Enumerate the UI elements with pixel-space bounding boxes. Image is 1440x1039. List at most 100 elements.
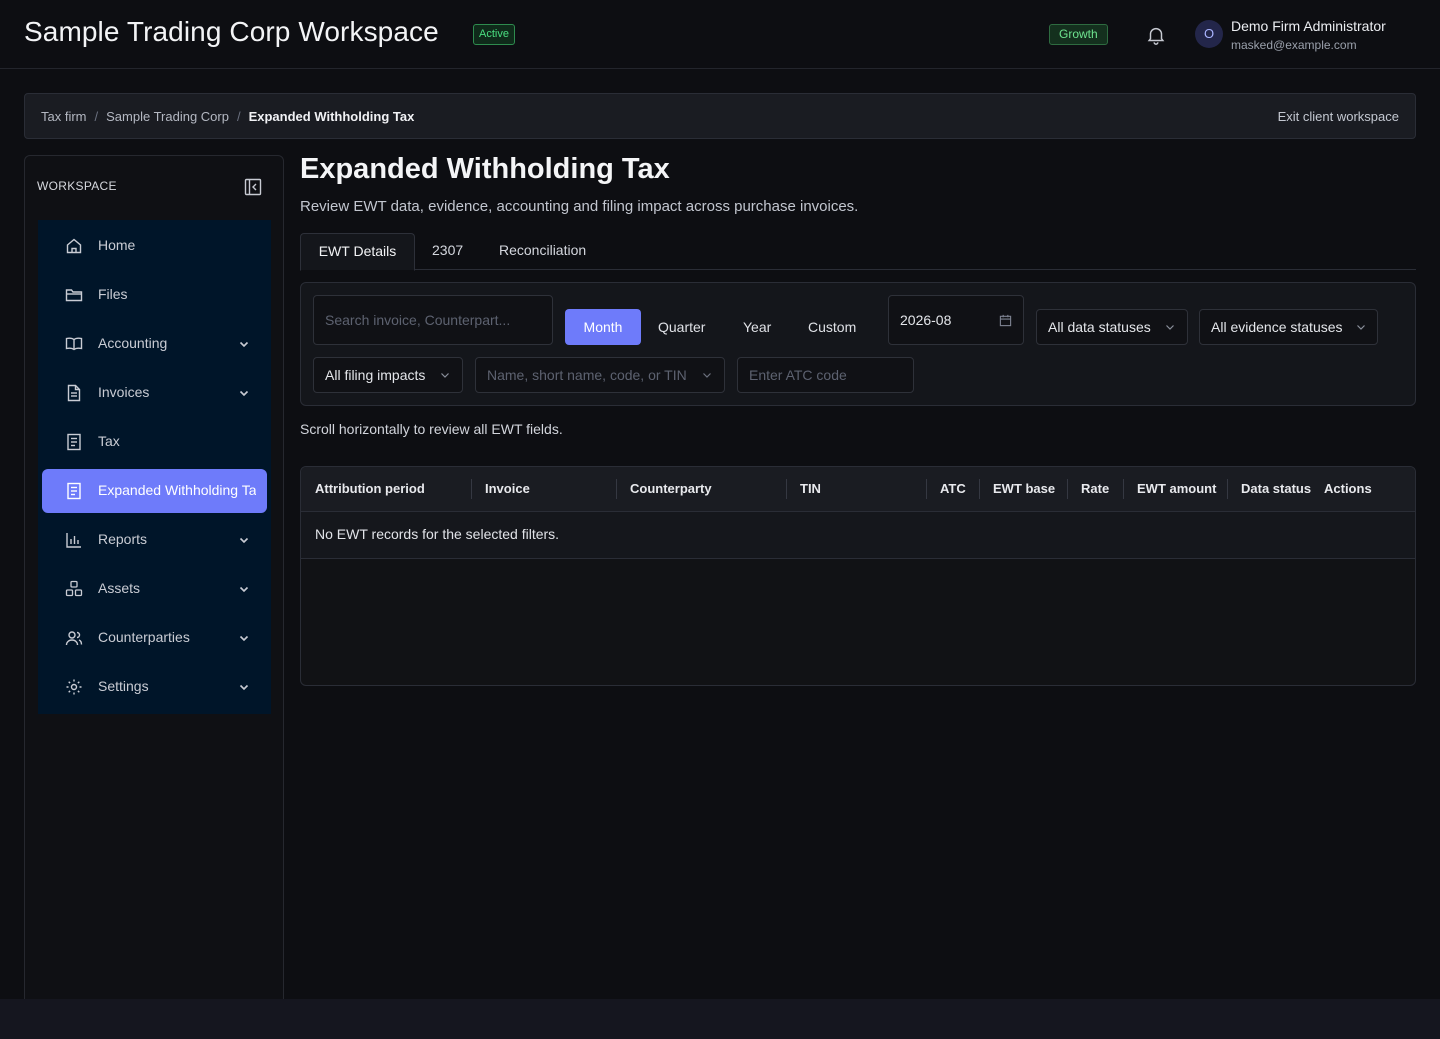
search-input[interactable]: Search invoice, Counterpart... <box>313 295 553 345</box>
sidebar-item-home[interactable]: Home <box>38 224 271 268</box>
chevron-down-icon <box>239 390 249 397</box>
chevron-down-icon <box>1166 325 1174 330</box>
column-invoice: Invoice <box>485 481 530 496</box>
collapse-sidebar-icon[interactable] <box>244 178 262 196</box>
sidebar-item-assets[interactable]: Assets <box>38 567 271 611</box>
column-attribution-period: Attribution period <box>315 481 425 496</box>
calendar-icon <box>999 314 1012 327</box>
sidebar-item-accounting[interactable]: Accounting <box>38 322 271 366</box>
breadcrumb-separator: / <box>236 109 241 124</box>
period-quarter-button[interactable]: Quarter <box>658 309 705 345</box>
filing-impact-select[interactable]: All filing impacts <box>313 357 463 393</box>
sidebar-item-label: Tax <box>98 433 120 449</box>
column-tin: TIN <box>800 481 821 496</box>
period-custom-button[interactable]: Custom <box>808 309 856 345</box>
chevron-down-icon <box>239 684 249 691</box>
sidebar-item-label: Home <box>98 237 136 253</box>
sidebar-item-label: Settings <box>98 678 149 694</box>
column-divider <box>616 479 617 499</box>
book-icon <box>65 337 83 351</box>
data-status-select[interactable]: All data statuses <box>1036 309 1188 345</box>
column-divider <box>1123 479 1124 499</box>
empty-row: No EWT records for the selected filters. <box>301 512 1415 559</box>
page-subtitle: Review EWT data, evidence, accounting an… <box>300 198 859 215</box>
column-divider <box>979 479 980 499</box>
sidebar-item-label: Counterparties <box>98 629 190 645</box>
receipt-icon <box>67 482 81 500</box>
plan-badge: Growth <box>1049 24 1108 45</box>
breadcrumb-client[interactable]: Sample Trading Corp <box>106 109 229 124</box>
column-divider <box>1067 479 1068 499</box>
cubes-icon <box>65 580 83 597</box>
column-divider <box>1227 479 1228 499</box>
sidebar-item-expanded-withholding-tax[interactable]: Expanded Withholding Tax <box>42 469 267 513</box>
home-icon <box>66 238 82 254</box>
chevron-down-icon <box>1357 325 1365 330</box>
workspace-title: Sample Trading Corp Workspace <box>24 16 439 47</box>
breadcrumb-separator: / <box>94 109 99 124</box>
bottom-strip <box>0 999 1440 1039</box>
breadcrumb-current: Expanded Withholding Tax <box>248 109 415 124</box>
sidebar-item-settings[interactable]: Settings <box>38 665 271 709</box>
exit-workspace-link[interactable]: Exit client workspace <box>1278 109 1399 124</box>
bell-icon[interactable] <box>1145 24 1167 46</box>
sidebar-item-tax[interactable]: Tax <box>38 420 271 464</box>
column-data-status: Data status <box>1241 481 1312 496</box>
breadcrumb: Tax firm / Sample Trading Corp / Expanded Wi… <box>41 109 414 124</box>
sidebar-item-invoices[interactable]: Invoices <box>38 371 271 415</box>
user-name[interactable]: Demo Firm Administrator <box>1231 18 1386 34</box>
column-actions: Actions <box>1324 481 1372 496</box>
period-value: 2026-08 <box>900 312 952 328</box>
column-divider <box>926 479 927 499</box>
column-atc: ATC <box>940 481 966 496</box>
sidebar-menu: Home Files Accounting Invoices Tax Expan… <box>38 220 271 714</box>
ewt-table: Attribution period Invoice Counterparty … <box>300 466 1416 686</box>
tab-bar: EWT Details 2307 Reconciliation <box>300 233 1416 271</box>
period-month-button[interactable]: Month <box>565 309 641 345</box>
column-ewt-base: EWT base <box>993 481 1056 496</box>
chevron-down-icon <box>239 537 249 544</box>
period-year-button[interactable]: Year <box>743 309 771 345</box>
data-status-value: All data statuses <box>1048 319 1151 335</box>
empty-message: No EWT records for the selected filters. <box>315 526 560 542</box>
scroll-hint: Scroll horizontally to review all EWT fi… <box>300 421 563 437</box>
sidebar-item-files[interactable]: Files <box>38 273 271 317</box>
top-bar: Sample Trading Corp Workspace Active Gro… <box>0 0 1440 69</box>
sidebar-item-reports[interactable]: Reports <box>38 518 271 562</box>
evidence-status-select[interactable]: All evidence statuses <box>1199 309 1378 345</box>
filter-panel: Search invoice, Counterpart... Month Qua… <box>300 282 1416 406</box>
bar-chart-icon <box>66 533 81 548</box>
users-icon <box>65 631 83 646</box>
sidebar-item-label: Accounting <box>98 335 168 351</box>
sidebar-heading: WORKSPACE <box>37 179 117 193</box>
column-divider <box>786 479 787 499</box>
gear-icon <box>66 679 82 695</box>
column-counterparty: Counterparty <box>630 481 712 496</box>
sidebar-item-label: Files <box>98 286 128 302</box>
column-ewt-amount: EWT amount <box>1137 481 1217 496</box>
tab-2307[interactable]: 2307 <box>432 233 463 270</box>
chevron-down-icon <box>441 373 449 378</box>
sidebar: WORKSPACE Home Files Accounting Invoices… <box>24 155 284 1015</box>
period-picker[interactable]: 2026-08 <box>888 295 1024 345</box>
tab-ewt-details[interactable]: EWT Details <box>300 233 415 271</box>
sidebar-item-label: Invoices <box>98 384 150 400</box>
avatar[interactable]: O <box>1195 20 1223 48</box>
column-rate: Rate <box>1081 481 1110 496</box>
sidebar-item-label: Reports <box>98 531 148 547</box>
sidebar-item-counterparties[interactable]: Counterparties <box>38 616 271 660</box>
chevron-down-icon <box>239 586 249 593</box>
filing-impact-value: All filing impacts <box>325 367 426 383</box>
sidebar-item-label: Expanded Withholding Tax <box>98 482 256 498</box>
column-divider <box>471 479 472 499</box>
sidebar-item-label: Assets <box>98 580 141 596</box>
atc-code-input[interactable]: Enter ATC code <box>737 357 914 393</box>
receipt-icon <box>67 433 81 451</box>
breadcrumb-tax-firm[interactable]: Tax firm <box>41 109 87 124</box>
page-title: Expanded Withholding Tax <box>300 153 670 185</box>
counterparty-select[interactable]: Name, short name, code, or TIN <box>475 357 725 393</box>
tab-reconciliation[interactable]: Reconciliation <box>499 233 586 270</box>
status-badge: Active <box>473 24 515 45</box>
evidence-status-value: All evidence statuses <box>1211 319 1343 335</box>
breadcrumb-bar: Tax firm / Sample Trading Corp / Expanded Wi… <box>24 93 1416 139</box>
